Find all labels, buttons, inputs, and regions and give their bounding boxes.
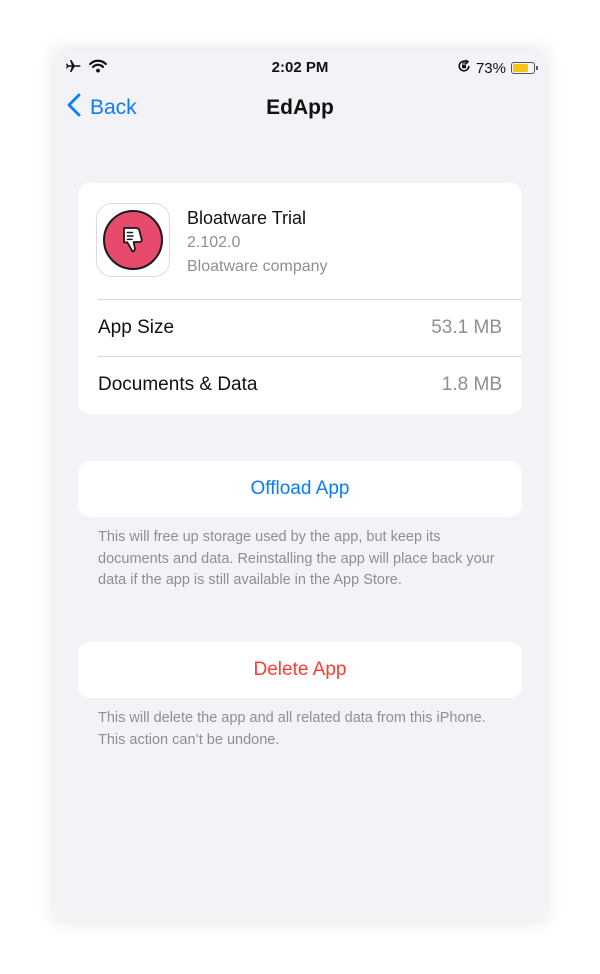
delete-app-button[interactable]: Delete App (78, 642, 522, 698)
delete-description: This will delete the app and all related… (98, 710, 486, 748)
status-right: 73% (457, 59, 538, 77)
app-icon (96, 203, 170, 277)
battery-percent: 73% (475, 59, 506, 77)
orientation-lock-icon (457, 59, 471, 77)
app-info-card: Bloatware Trial 2.102.0 Bloatware compan… (78, 183, 522, 414)
page-title: EdApp (266, 96, 334, 119)
app-name: Bloatware Trial (187, 208, 307, 228)
battery-icon (511, 62, 538, 74)
offload-description: This will free up storage used by the ap… (98, 529, 495, 588)
phone-screen: 2:02 PM 73% Back EdApp Bloatware Trial 2… (55, 50, 545, 921)
app-size-row: App Size 53.1 MB (98, 299, 522, 356)
app-header: Bloatware Trial 2.102.0 Bloatware compan… (78, 183, 522, 299)
documents-data-label: Documents & Data (98, 374, 258, 395)
offload-app-label: Offload App (250, 478, 350, 499)
battery-fill (513, 64, 528, 72)
documents-data-row: Documents & Data 1.8 MB (98, 356, 522, 413)
offload-app-button[interactable]: Offload App (78, 461, 522, 517)
delete-app-label: Delete App (253, 659, 347, 680)
thumbs-down-icon (103, 210, 163, 270)
status-bar: 2:02 PM 73% (55, 50, 545, 86)
app-version: 2.102.0 (187, 234, 241, 251)
app-company: Bloatware company (187, 258, 328, 275)
app-size-label: App Size (98, 317, 175, 338)
documents-data-value: 1.8 MB (441, 374, 502, 395)
navigation-bar: Back EdApp (55, 86, 545, 130)
app-size-value: 53.1 MB (431, 317, 502, 338)
